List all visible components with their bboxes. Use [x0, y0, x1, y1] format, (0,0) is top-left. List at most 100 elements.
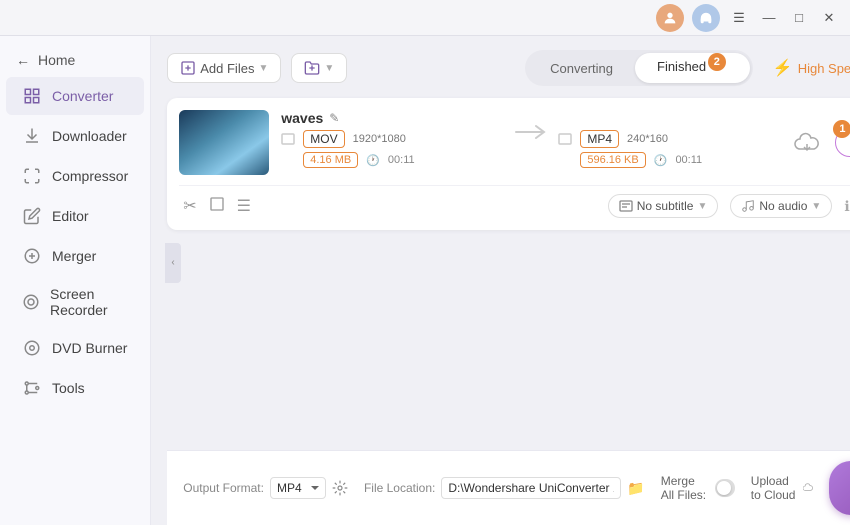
- file-card-top: waves ✎ MOV 1920*1080 4.16 MB 🕐 00:11: [179, 110, 850, 175]
- output-format-select[interactable]: MP4 MOV AVI: [270, 477, 326, 499]
- high-speed-button[interactable]: ⚡ High Speed Conversion: [773, 58, 850, 78]
- tab-converting[interactable]: Converting: [528, 55, 635, 82]
- merge-label: Merge All Files:: [661, 474, 709, 502]
- tools-label: Tools: [52, 380, 85, 396]
- output-format-label: Output Format:: [183, 481, 264, 495]
- upload-to-cloud-button[interactable]: [791, 127, 823, 159]
- compressor-label: Compressor: [52, 168, 128, 184]
- source-size-row: 4.16 MB 🕐 00:11: [281, 152, 502, 168]
- high-speed-label: High Speed Conversion: [798, 61, 850, 76]
- titlebar: ☰ — □ ✕: [0, 0, 850, 36]
- menu-button[interactable]: ☰: [728, 7, 750, 29]
- settings-small-icon[interactable]: [332, 480, 348, 496]
- upload-cloud-icon[interactable]: [803, 481, 813, 496]
- lightning-icon: ⚡: [773, 58, 793, 78]
- editor-label: Editor: [52, 208, 89, 224]
- sidebar-item-merger[interactable]: Merger: [6, 237, 144, 275]
- add-folder-icon: [304, 60, 320, 76]
- sidebar-item-converter[interactable]: Converter: [6, 77, 144, 115]
- subtitle-chevron: ▼: [697, 201, 707, 212]
- target-info: MP4 240*160 596.16 KB 🕐 00:11: [558, 110, 779, 168]
- edit-name-icon[interactable]: ✎: [329, 111, 339, 125]
- merger-label: Merger: [52, 248, 96, 264]
- source-format-badge: MOV: [303, 130, 344, 148]
- file-card-bottom: ✂ ☰ No subtitle ▼ No audio ▼ ℹ: [179, 185, 850, 218]
- crop-icon[interactable]: [209, 196, 225, 217]
- sidebar-item-editor[interactable]: Editor: [6, 197, 144, 235]
- merge-files-row: Merge All Files:: [661, 474, 735, 502]
- sidebar-item-screen-recorder[interactable]: Screen Recorder: [6, 277, 144, 327]
- downloader-icon: [22, 126, 42, 146]
- effects-icon[interactable]: ☰: [237, 196, 251, 216]
- converter-icon: [22, 86, 42, 106]
- thumbnail-image: [179, 110, 269, 175]
- start-all-button[interactable]: Start All: [829, 461, 850, 515]
- bottom-bar: Output Format: MP4 MOV AVI File Location…: [167, 450, 850, 525]
- info-icon[interactable]: ℹ: [844, 198, 849, 215]
- home-label: Home: [38, 52, 75, 68]
- target-format-row: MP4 240*160: [558, 130, 779, 148]
- audio-chevron: ▼: [811, 201, 821, 212]
- sidebar-item-tools[interactable]: Tools: [6, 369, 144, 407]
- source-format-row: MOV 1920*1080: [281, 130, 502, 148]
- target-size: 596.16 KB: [580, 152, 645, 168]
- target-duration: 00:11: [675, 154, 702, 166]
- user-avatar: [656, 4, 684, 32]
- file-name: waves: [281, 110, 323, 126]
- arrow-right-icon: [514, 122, 546, 142]
- file-location-field: File Location: 📁: [364, 477, 645, 499]
- file-card: waves ✎ MOV 1920*1080 4.16 MB 🕐 00:11: [167, 98, 850, 230]
- toggle-thumb: [717, 481, 731, 495]
- merger-icon: [22, 246, 42, 266]
- subtitle-dropdown[interactable]: No subtitle ▼: [608, 194, 719, 218]
- upload-row: Upload to Cloud: [751, 474, 813, 502]
- downloader-label: Downloader: [52, 128, 127, 144]
- file-location-input[interactable]: [441, 477, 621, 499]
- minimize-button[interactable]: —: [758, 7, 780, 29]
- file-location-label: File Location:: [364, 481, 435, 495]
- finished-badge: 2: [708, 53, 726, 71]
- converter-label: Converter: [52, 88, 113, 104]
- source-duration: 00:11: [388, 154, 415, 166]
- dvd-burner-icon: [22, 338, 42, 358]
- source-resolution: 1920*1080: [353, 133, 406, 145]
- add-files-button[interactable]: Add Files ▼: [167, 53, 281, 83]
- screen-recorder-label: Screen Recorder: [50, 286, 128, 318]
- audio-icon: [741, 199, 755, 213]
- compressor-icon: [22, 166, 42, 186]
- dvd-burner-label: DVD Burner: [52, 340, 127, 356]
- audio-dropdown[interactable]: No audio ▼: [730, 194, 832, 218]
- merge-toggle[interactable]: [715, 479, 735, 497]
- back-arrow-icon: ←: [16, 52, 30, 68]
- main-content: Add Files ▼ Add Files ▼ Converting Finis…: [151, 36, 850, 525]
- editor-icon: [22, 206, 42, 226]
- cut-icon[interactable]: ✂: [183, 196, 196, 216]
- tab-finished[interactable]: Finished 2: [635, 53, 750, 83]
- target-file-icon: [558, 133, 572, 145]
- file-thumbnail: [179, 110, 269, 175]
- tabs-container: Converting Finished 2: [525, 50, 753, 86]
- toolbar: Add Files ▼ Add Files ▼ Converting Finis…: [167, 50, 850, 86]
- sidebar-item-downloader[interactable]: Downloader: [6, 117, 144, 155]
- subtitle-label: No subtitle: [637, 199, 694, 213]
- add-folder-button[interactable]: Add Files ▼: [291, 53, 347, 83]
- close-button[interactable]: ✕: [818, 7, 840, 29]
- maximize-button[interactable]: □: [788, 7, 810, 29]
- sidebar: ← Home Converter Downloader Compressor: [0, 36, 151, 525]
- output-format-field: Output Format: MP4 MOV AVI: [183, 477, 348, 499]
- convert-badge: 1: [833, 120, 850, 138]
- browse-folder-icon[interactable]: 📁: [627, 480, 644, 497]
- convert-arrow: [514, 110, 546, 142]
- source-size: 4.16 MB: [303, 152, 358, 168]
- headset-icon: [692, 4, 720, 32]
- sidebar-item-dvd-burner[interactable]: DVD Burner: [6, 329, 144, 367]
- sidebar-home[interactable]: ← Home: [0, 44, 150, 76]
- file-type-icon: [281, 133, 295, 145]
- sidebar-collapse-button[interactable]: ‹: [165, 243, 181, 283]
- sidebar-item-compressor[interactable]: Compressor: [6, 157, 144, 195]
- source-clock-icon: 🕐: [366, 154, 380, 167]
- add-files-label: Add Files: [200, 61, 254, 76]
- tools-icon: [22, 378, 42, 398]
- upload-label: Upload to Cloud: [751, 474, 797, 502]
- target-clock-icon: 🕐: [654, 154, 668, 167]
